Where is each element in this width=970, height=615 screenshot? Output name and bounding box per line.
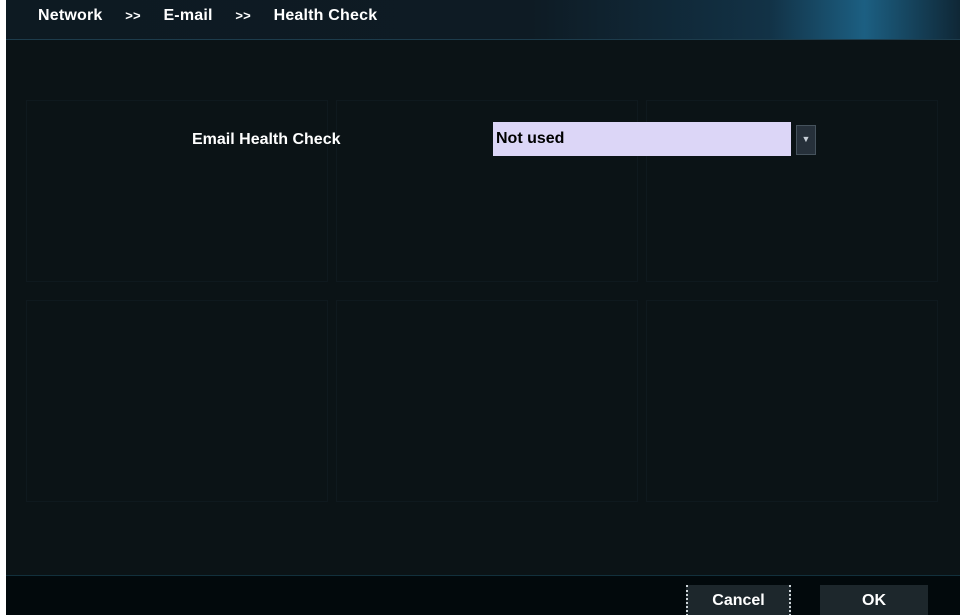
breadcrumb-item-email: E-mail xyxy=(163,7,213,24)
breadcrumb-separator: >> xyxy=(235,8,251,23)
footer-bar: Cancel OK xyxy=(6,575,960,615)
breadcrumb-item-network: Network xyxy=(38,7,103,24)
header-bar: Network >> E-mail >> Health Check xyxy=(6,0,960,40)
cancel-button[interactable]: Cancel xyxy=(686,585,791,615)
right-border xyxy=(960,0,970,615)
breadcrumb: Network >> E-mail >> Health Check xyxy=(38,7,377,25)
settings-screen: Network >> E-mail >> Health Check Email … xyxy=(0,0,970,615)
background-panel xyxy=(336,300,638,502)
background-panel xyxy=(26,100,328,282)
breadcrumb-item-health-check: Health Check xyxy=(273,7,378,24)
background-panel xyxy=(646,300,938,502)
background-panel xyxy=(26,300,328,502)
breadcrumb-separator: >> xyxy=(125,8,141,23)
chevron-down-icon[interactable]: ▼ xyxy=(796,125,816,155)
email-health-check-label: Email Health Check xyxy=(192,131,341,148)
content-panel: Email Health Check Not used ▼ xyxy=(6,40,960,575)
ok-button[interactable]: OK xyxy=(820,585,928,615)
email-health-check-select[interactable]: Not used ▼ xyxy=(493,122,817,156)
email-health-check-value[interactable]: Not used xyxy=(493,122,791,156)
